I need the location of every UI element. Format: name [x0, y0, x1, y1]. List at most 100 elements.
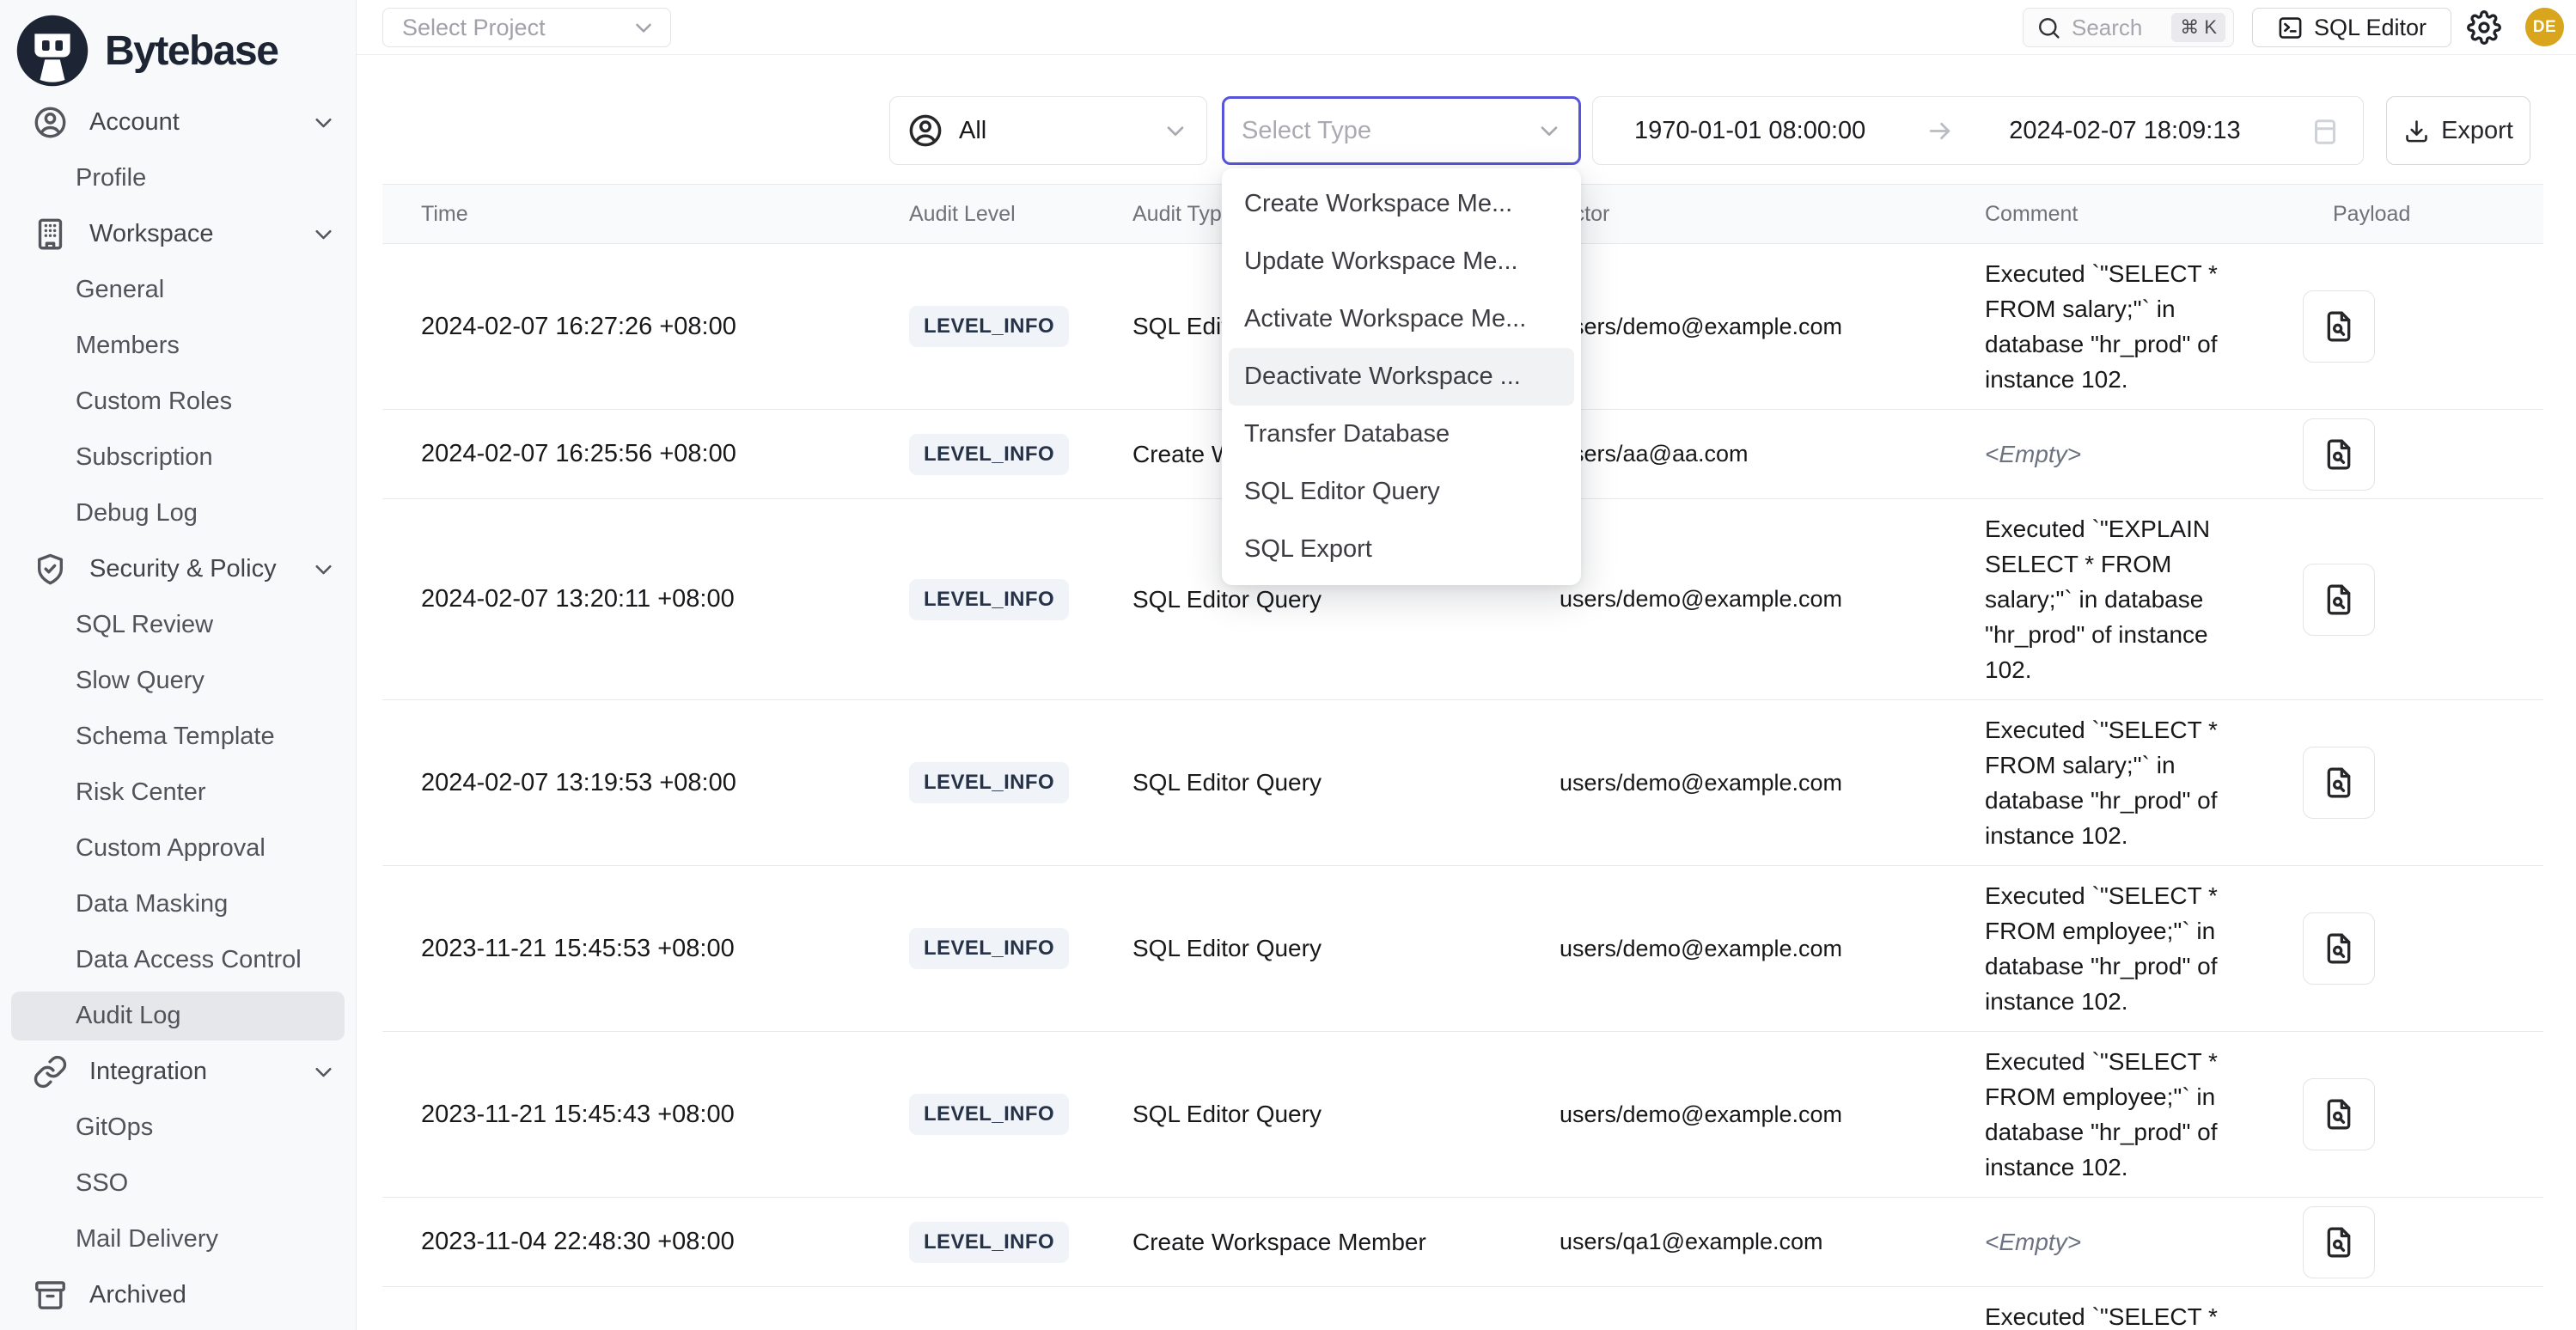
cell-time: 2024-02-07 16:25:56 +08:00 [382, 440, 909, 468]
level-badge: LEVEL_INFO [909, 928, 1069, 969]
search-icon [2036, 15, 2061, 40]
gear-icon[interactable] [2467, 10, 2501, 45]
actor-filter-select[interactable]: All [889, 96, 1207, 165]
sidebar-item-label: Risk Center [76, 778, 206, 807]
sidebar-item-label: Members [76, 332, 180, 360]
payload-view-button[interactable] [2303, 747, 2375, 819]
sidebar-item-general[interactable]: General [0, 262, 356, 318]
cell-comment: Executed `"SELECT * FROM employee;"` in … [1985, 866, 2253, 1031]
calendar-icon [2310, 115, 2341, 146]
avatar[interactable]: DE [2525, 8, 2564, 46]
sidebar-section-workspace[interactable]: Workspace [0, 206, 356, 262]
cell-audit-type: Create Workspace Member [1132, 1229, 1560, 1256]
cell-actor: users/demo@example.com [1560, 1101, 1985, 1128]
payload-view-button[interactable] [2303, 290, 2375, 363]
audit-log-row: 2023-11-04 21:26:24 +08:00LEVEL_INFOSQL … [382, 1287, 2543, 1330]
sidebar-section-label: Integration [89, 1058, 207, 1086]
sidebar-item-slow-query[interactable]: Slow Query [0, 653, 356, 709]
type-option-create-workspace-me[interactable]: Create Workspace Me... [1229, 175, 1574, 233]
sidebar-item-data-access-control[interactable]: Data Access Control [0, 932, 356, 988]
level-badge: LEVEL_INFO [909, 762, 1069, 803]
sidebar-item-members[interactable]: Members [0, 318, 356, 374]
sidebar-section-label: Account [89, 108, 180, 137]
sidebar-item-custom-roles[interactable]: Custom Roles [0, 374, 356, 430]
cell-actor: users/demo@example.com [1560, 586, 1985, 613]
payload-view-button[interactable] [2303, 564, 2375, 636]
sidebar-item-debug-log[interactable]: Debug Log [0, 485, 356, 541]
payload-view-button[interactable] [2303, 1206, 2375, 1278]
sidebar-item-risk-center[interactable]: Risk Center [0, 765, 356, 821]
sidebar-item-sql-review[interactable]: SQL Review [0, 597, 356, 653]
chevron-down-icon [310, 1059, 337, 1085]
shield-check-icon [33, 552, 68, 587]
type-option-sql-editor-query[interactable]: SQL Editor Query [1229, 463, 1574, 521]
type-option-activate-workspace-me[interactable]: Activate Workspace Me... [1229, 290, 1574, 348]
date-range-picker[interactable]: 1970-01-01 08:00:00 2024-02-07 18:09:13 [1592, 96, 2364, 165]
sidebar-item-label: Subscription [76, 443, 213, 472]
audit-log-row: 2023-11-21 15:45:43 +08:00LEVEL_INFOSQL … [382, 1032, 2543, 1198]
cell-audit-level: LEVEL_INFO [909, 434, 1132, 475]
sidebar-section-security-policy[interactable]: Security & Policy [0, 541, 356, 597]
sidebar-item-schema-template[interactable]: Schema Template [0, 709, 356, 765]
cell-actor: users/demo@example.com [1560, 936, 1985, 962]
sidebar-item-label: Data Access Control [76, 946, 302, 974]
sidebar-section-archived[interactable]: Archived [0, 1267, 356, 1323]
column-header-level: Audit Level [909, 202, 1132, 227]
sql-editor-button[interactable]: SQL Editor [2252, 8, 2451, 47]
project-select[interactable]: Select Project [382, 8, 671, 47]
type-option-transfer-database[interactable]: Transfer Database [1229, 406, 1574, 463]
type-option-sql-export[interactable]: SQL Export [1229, 521, 1574, 578]
cell-payload [2303, 747, 2543, 819]
cell-audit-level: LEVEL_INFO [909, 1094, 1132, 1135]
building-icon [33, 217, 68, 252]
search-placeholder: Search [2072, 15, 2142, 41]
payload-view-button[interactable] [2303, 912, 2375, 985]
sidebar-item-label: Custom Approval [76, 834, 266, 863]
file-search-icon [2322, 583, 2356, 617]
chevron-down-icon [1162, 117, 1189, 144]
file-search-icon [2322, 931, 2356, 966]
type-filter-dropdown: Create Workspace Me...Update Workspace M… [1222, 168, 1581, 585]
arrow-right-icon [1926, 117, 1954, 145]
cell-comment: <Empty> [1985, 424, 2253, 484]
sidebar-item-label: Schema Template [76, 723, 275, 751]
cell-payload [2303, 418, 2543, 491]
level-badge: LEVEL_INFO [909, 434, 1069, 475]
sidebar-item-data-masking[interactable]: Data Masking [0, 876, 356, 932]
sidebar-item-label: Debug Log [76, 499, 198, 528]
sidebar-item-profile[interactable]: Profile [0, 150, 356, 206]
type-option-deactivate-workspace[interactable]: Deactivate Workspace ... [1229, 348, 1574, 406]
sidebar-section-account[interactable]: Account [0, 95, 356, 150]
brand-logo[interactable]: Bytebase [0, 0, 356, 91]
column-header-time: Time [382, 202, 909, 227]
payload-view-button[interactable] [2303, 418, 2375, 491]
sidebar-item-subscription[interactable]: Subscription [0, 430, 356, 485]
file-search-icon [2322, 766, 2356, 800]
type-option-update-workspace-me[interactable]: Update Workspace Me... [1229, 233, 1574, 290]
file-search-icon [2322, 1097, 2356, 1132]
sidebar-item-audit-log[interactable]: Audit Log [0, 988, 356, 1044]
sidebar-item-label: Profile [76, 164, 146, 192]
cell-actor: users/demo@example.com [1560, 770, 1985, 796]
date-to-value: 2024-02-07 18:09:13 [2009, 117, 2240, 145]
cell-payload [2303, 1206, 2543, 1278]
audit-log-row: 2024-02-07 13:19:53 +08:00LEVEL_INFOSQL … [382, 700, 2543, 866]
payload-view-button[interactable] [2303, 1078, 2375, 1150]
type-filter-select[interactable]: Select Type [1222, 96, 1581, 165]
cell-time: 2024-02-07 16:27:26 +08:00 [382, 313, 909, 341]
download-icon [2403, 118, 2430, 144]
export-button[interactable]: Export [2386, 96, 2530, 165]
sidebar-item-mail-delivery[interactable]: Mail Delivery [0, 1211, 356, 1267]
sidebar-item-gitops[interactable]: GitOps [0, 1100, 356, 1156]
cell-audit-level: LEVEL_INFO [909, 306, 1132, 347]
sidebar-section-label: Security & Policy [89, 555, 277, 583]
sidebar-item-custom-approval[interactable]: Custom Approval [0, 821, 356, 876]
sidebar-item-label: SSO [76, 1169, 128, 1198]
cell-time: 2024-02-07 13:19:53 +08:00 [382, 769, 909, 797]
sidebar: Bytebase Account Profile WorkspaceGeneral M… [0, 0, 357, 1330]
export-label: Export [2441, 117, 2513, 145]
sidebar-item-sso[interactable]: SSO [0, 1156, 356, 1211]
search-input[interactable]: Search ⌘ K [2023, 8, 2234, 47]
chevron-down-icon [310, 221, 337, 247]
sidebar-section-integration[interactable]: Integration [0, 1044, 356, 1100]
